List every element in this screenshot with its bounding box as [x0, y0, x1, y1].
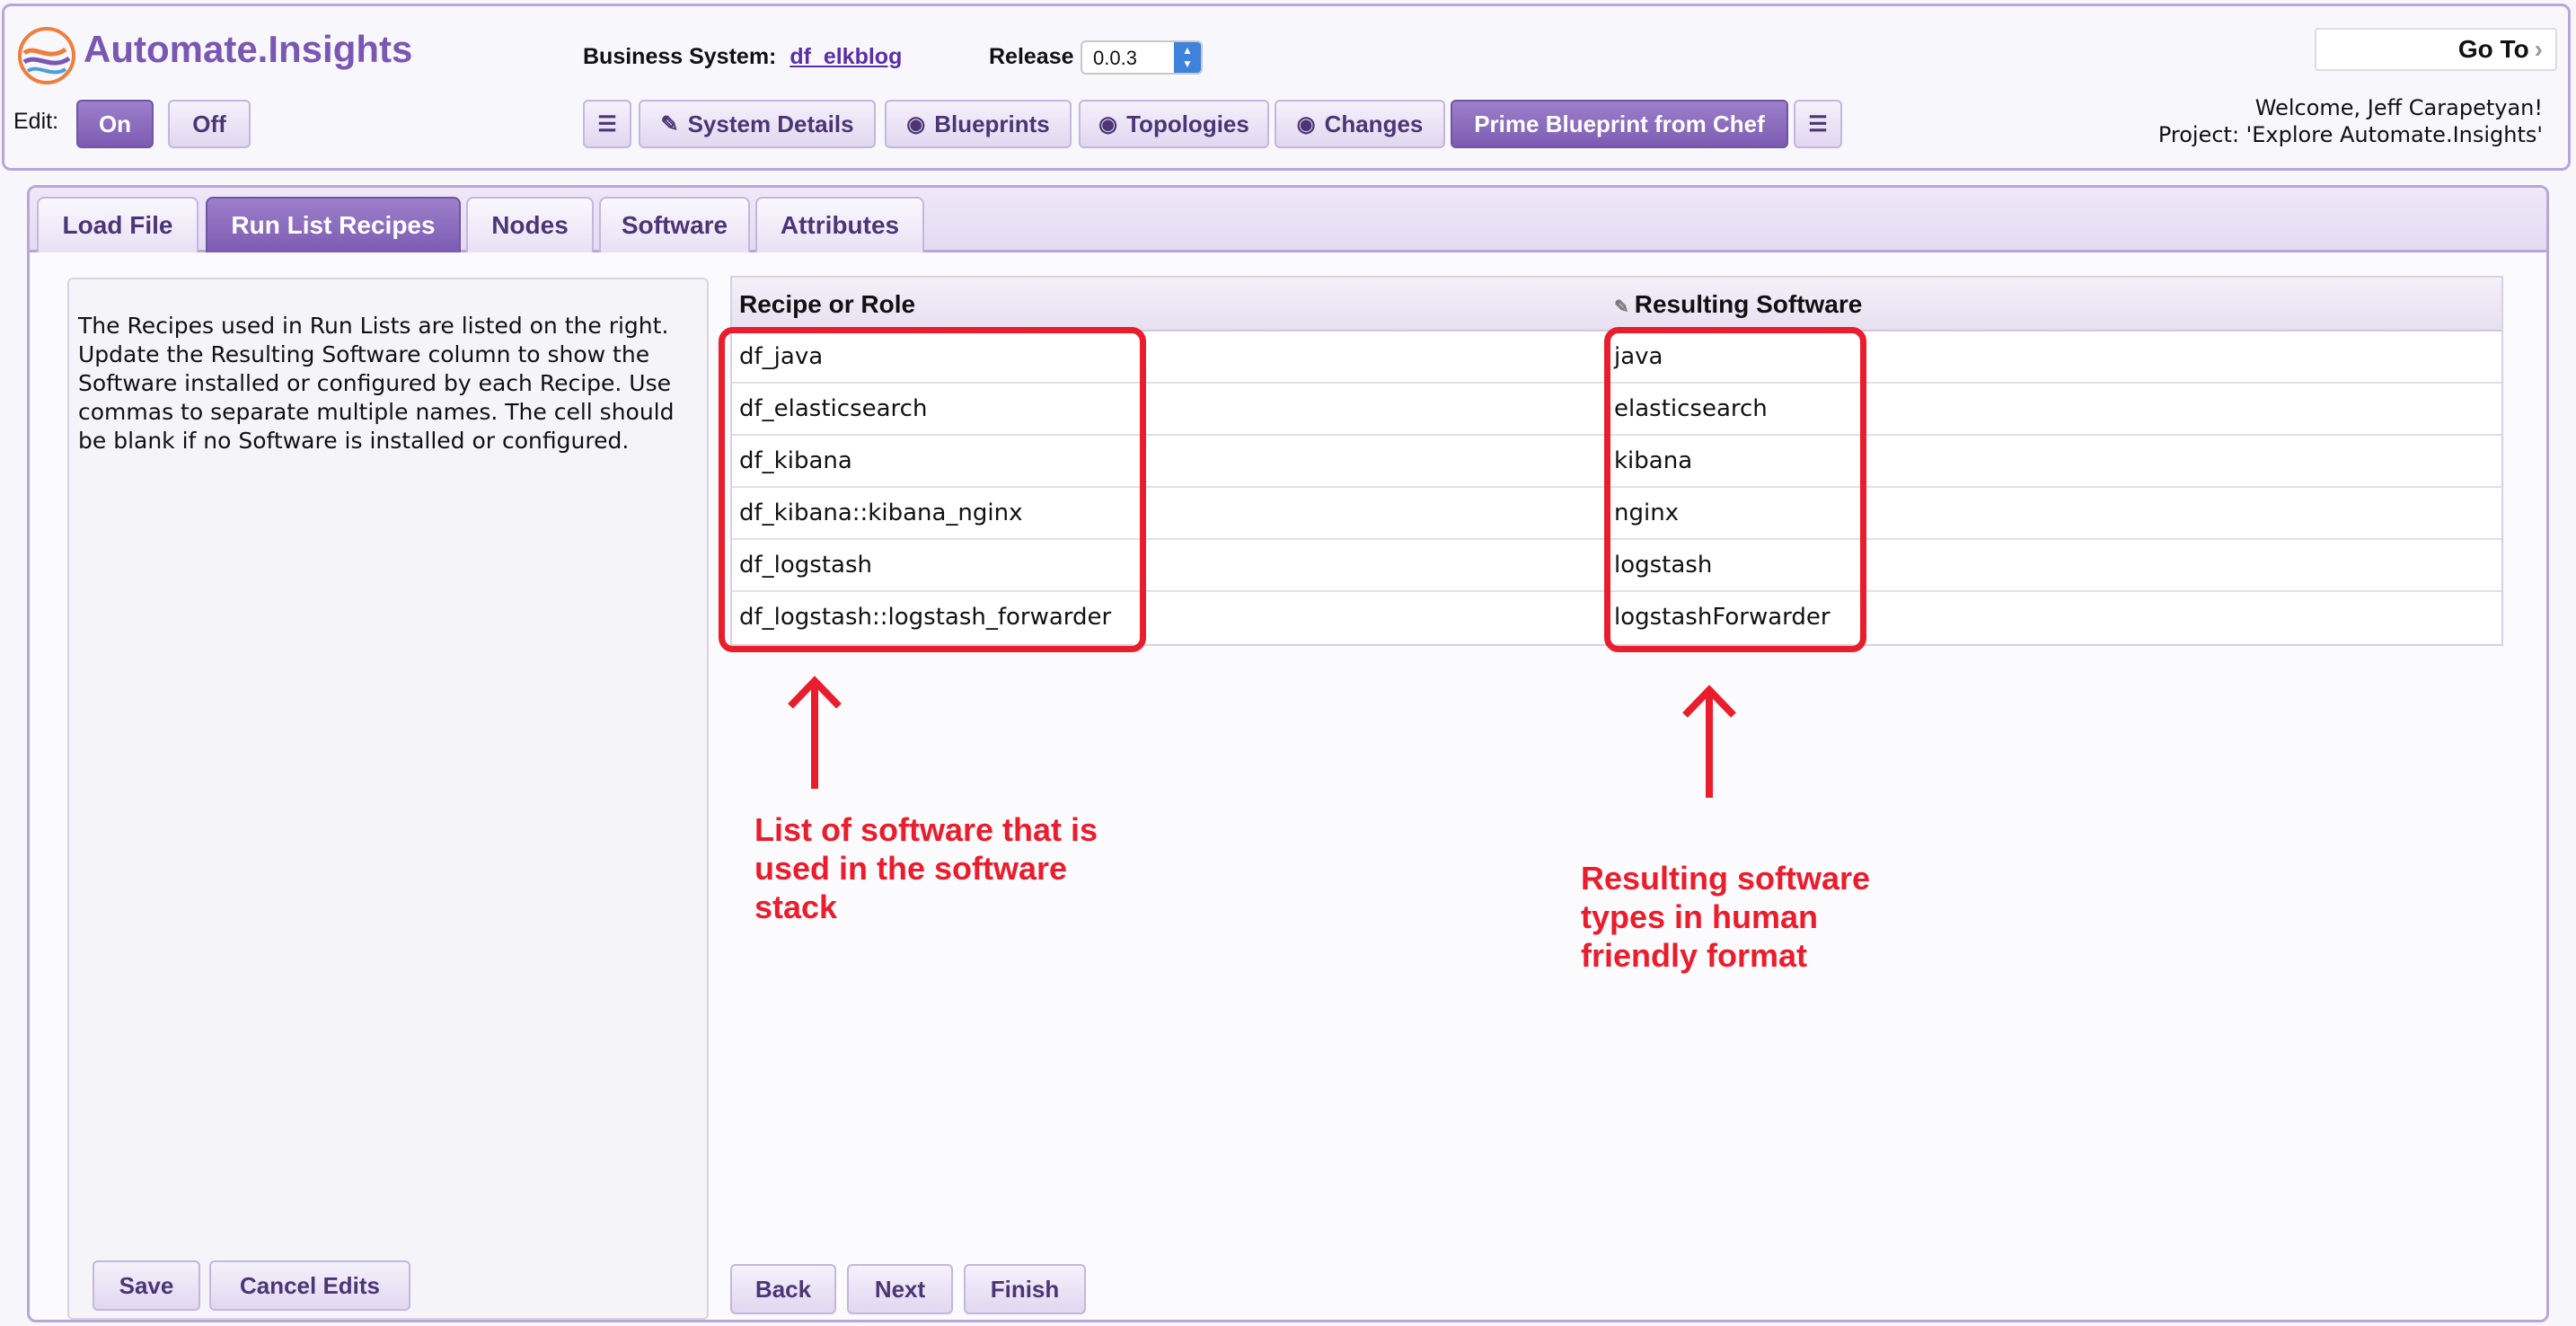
updown-arrows-icon: ▲ ▼ [1174, 42, 1201, 73]
system-details-button[interactable]: ✎ System Details [639, 100, 876, 148]
next-label: Next [874, 1275, 926, 1303]
tab-label: Load File [62, 211, 173, 239]
release-label: Release [989, 44, 1074, 69]
annotation-line: types in human [1581, 898, 1819, 935]
user-info: Welcome, Jeff Carapetyan! Project: 'Expl… [2158, 94, 2543, 148]
left-menu-button[interactable]: ☰ [583, 100, 631, 148]
annotation-right: Resulting software types in human friend… [1581, 859, 1870, 975]
changes-button[interactable]: ◉ Changes [1275, 100, 1445, 148]
next-button[interactable]: Next [847, 1264, 953, 1314]
release-value: 0.0.3 [1093, 47, 1137, 69]
eye-icon: ◉ [1296, 111, 1316, 137]
topologies-label: Topologies [1126, 110, 1249, 137]
cancel-edits-button[interactable]: Cancel Edits [209, 1260, 410, 1311]
tab-label: Software [621, 211, 728, 239]
save-button[interactable]: Save [93, 1260, 200, 1311]
save-label: Save [119, 1271, 174, 1299]
changes-label: Changes [1324, 110, 1424, 137]
automate-insights-logo-icon [18, 27, 75, 84]
edit-on-label: On [98, 110, 132, 137]
tab-label: Run List Recipes [231, 211, 436, 239]
eye-icon: ◉ [1098, 111, 1118, 137]
pencil-icon: ✎ [660, 111, 679, 137]
column-header-recipe[interactable]: Recipe or Role [739, 290, 915, 319]
system-details-label: System Details [687, 110, 854, 137]
annotation-left: List of software that is used in the sof… [754, 810, 1098, 926]
blueprints-label: Blueprints [934, 110, 1050, 137]
finish-button[interactable]: Finish [964, 1264, 1086, 1314]
tab-label: Attributes [780, 211, 900, 239]
highlight-software-box [1604, 327, 1866, 652]
table-header: Recipe or Role ✎ Resulting Software [732, 278, 2501, 332]
prime-blueprint-button[interactable]: Prime Blueprint from Chef [1451, 100, 1788, 148]
cancel-edits-label: Cancel Edits [239, 1271, 381, 1299]
hamburger-menu-icon: ☰ [1808, 111, 1828, 137]
tab-attributes[interactable]: Attributes [755, 197, 924, 252]
right-menu-button[interactable]: ☰ [1794, 100, 1842, 148]
tab-software[interactable]: Software [599, 197, 750, 252]
annotation-line: friendly format [1581, 937, 1808, 974]
topologies-button[interactable]: ◉ Topologies [1079, 100, 1269, 148]
arrow-up-icon [1682, 685, 1736, 798]
app-title: Automate.Insights [84, 28, 413, 70]
column-header-software[interactable]: ✎ Resulting Software [1614, 290, 1862, 319]
tab-panel: Load File Run List Recipes Nodes Softwar… [27, 185, 2549, 1322]
tab-label: Nodes [491, 211, 569, 239]
tab-run-list-recipes[interactable]: Run List Recipes [206, 197, 461, 252]
business-system-caption: Business System: [583, 44, 777, 69]
blueprints-button[interactable]: ◉ Blueprints [885, 100, 1072, 148]
edit-label: Edit: [13, 109, 59, 134]
annotation-line: Resulting software [1581, 860, 1871, 897]
eye-icon: ◉ [906, 111, 926, 137]
help-pane: The Recipes used in Run Lists are listed… [67, 278, 709, 1320]
goto-label: Go To [2457, 35, 2529, 63]
highlight-recipes-box [719, 327, 1146, 652]
prime-blueprint-label: Prime Blueprint from Chef [1474, 110, 1765, 137]
goto-button[interactable]: Go To › [2315, 28, 2557, 71]
back-button[interactable]: Back [730, 1264, 836, 1314]
chevron-right-icon: › [2534, 35, 2543, 63]
edit-on-button[interactable]: On [76, 100, 154, 148]
back-label: Back [754, 1275, 812, 1303]
finish-label: Finish [990, 1275, 1060, 1303]
top-header: Automate.Insights Business System: df_el… [2, 4, 2571, 171]
welcome-text: Welcome, Jeff Carapetyan! [2254, 95, 2543, 120]
hamburger-menu-icon: ☰ [597, 111, 617, 137]
annotation-line: used in the software [754, 850, 1068, 887]
business-system-label: Business System: df_elkblog [583, 44, 902, 70]
edit-off-label: Off [192, 110, 226, 137]
annotation-line: List of software that is [754, 811, 1098, 848]
tab-load-file[interactable]: Load File [37, 197, 198, 252]
edit-off-button[interactable]: Off [168, 100, 251, 148]
arrow-up-icon [788, 676, 842, 789]
annotation-line: stack [754, 888, 838, 925]
pencil-icon: ✎ [1614, 297, 1629, 317]
release-select[interactable]: 0.0.3 ▲ ▼ [1081, 40, 1203, 75]
business-system-link[interactable]: df_elkblog [790, 44, 902, 69]
column-header-software-label: Resulting Software [1634, 290, 1863, 318]
tab-strip: Load File Run List Recipes Nodes Softwar… [30, 188, 2546, 252]
project-text: Project: 'Explore Automate.Insights' [2157, 122, 2543, 147]
help-text: The Recipes used in Run Lists are listed… [78, 313, 675, 454]
tab-nodes[interactable]: Nodes [466, 197, 594, 252]
